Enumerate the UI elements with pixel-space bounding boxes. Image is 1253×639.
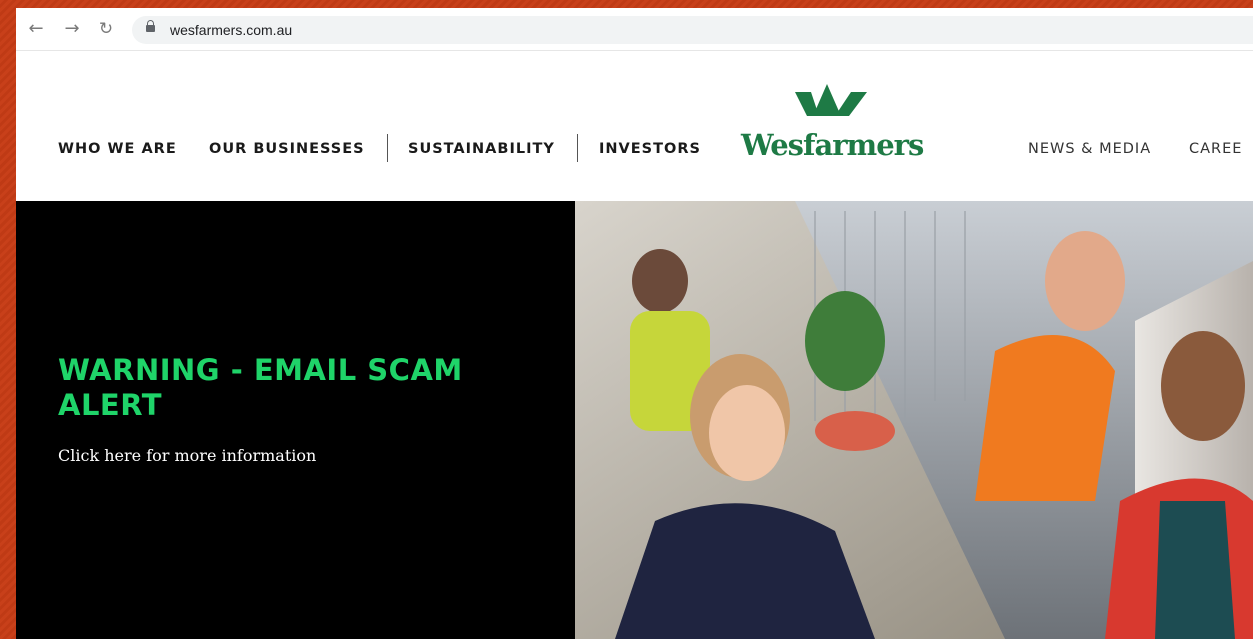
nav-divider [387,134,388,162]
scam-alert-link[interactable]: Click here for more information [58,446,316,465]
lock-icon [146,20,155,32]
nav-investors[interactable]: INVESTORS [599,141,701,157]
nav-careers[interactable]: CAREE [1189,141,1242,157]
back-arrow-icon[interactable]: ← [26,19,46,39]
logo-wordmark: Wesfarmers [741,128,924,162]
scam-alert-title: WARNING - EMAIL SCAM ALERT [58,353,463,422]
browser-window: ← → ↻ wesfarmers.com.au WHO WE ARE OUR B… [16,8,1253,639]
nav-sustainability[interactable]: SUSTAINABILITY [408,141,555,157]
address-bar[interactable]: wesfarmers.com.au [132,16,1253,44]
nav-news-media[interactable]: NEWS & MEDIA [1028,141,1151,157]
url-text: wesfarmers.com.au [170,22,293,38]
logo-mark-icon [795,84,867,116]
browser-toolbar: ← → ↻ wesfarmers.com.au [16,8,1253,51]
nav-divider [577,134,578,162]
reload-icon[interactable]: ↻ [96,19,116,39]
site-header [16,51,1253,201]
hero-collage-image [575,201,1253,639]
hero-alert-panel: WARNING - EMAIL SCAM ALERT Click here fo… [16,201,575,639]
forward-arrow-icon[interactable]: → [62,19,82,39]
nav-our-businesses[interactable]: OUR BUSINESSES [209,141,365,157]
nav-who-we-are[interactable]: WHO WE ARE [58,141,177,157]
